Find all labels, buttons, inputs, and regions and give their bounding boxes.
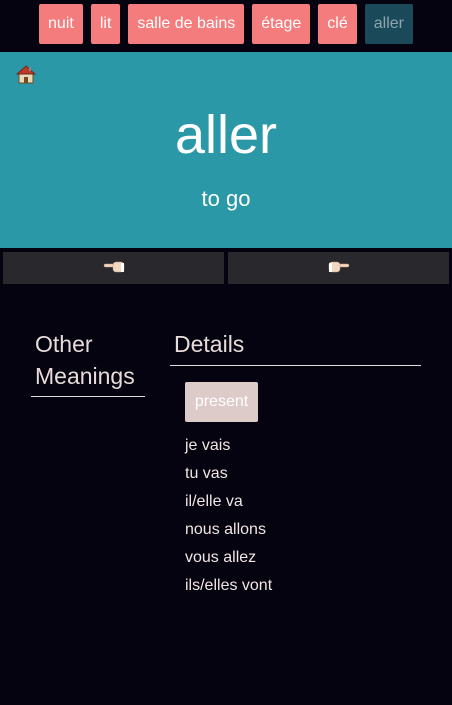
tab-nuit[interactable]: nuit — [39, 4, 83, 44]
word-card: aller to go — [0, 52, 452, 248]
conjugation-row: tu vas — [185, 465, 228, 482]
card-navigation — [0, 248, 452, 288]
next-button[interactable] — [228, 252, 449, 284]
tab-aller[interactable]: aller — [364, 4, 413, 44]
content-columns: Other Meanings Details present je vais t… — [0, 328, 452, 600]
conjugation-row: je vais — [185, 437, 231, 454]
details-section: Details present je vais tu vas il/elle v… — [170, 328, 421, 600]
word-tabs-bar: nuit lit salle de bains étage clé aller — [0, 0, 452, 52]
other-meanings-section: Other Meanings — [31, 328, 145, 600]
tab-etage[interactable]: étage — [252, 4, 311, 44]
house-icon[interactable] — [15, 64, 37, 84]
word-translation: to go — [201, 186, 251, 211]
conjugation-row: nous allons — [185, 521, 266, 538]
conjugation-list: je vais tu vas il/elle va nous allons vo… — [185, 432, 421, 600]
conjugation-row: ils/elles vont — [185, 577, 273, 594]
conjugation-row: vous allez — [185, 549, 257, 566]
tense-present-button[interactable]: present — [185, 382, 258, 422]
details-heading: Details — [170, 328, 421, 366]
tab-cle[interactable]: clé — [318, 4, 357, 44]
conjugation-row: il/elle va — [185, 493, 243, 510]
tab-salle-de-bains[interactable]: salle de bains — [128, 4, 245, 44]
tab-lit[interactable]: lit — [90, 4, 121, 44]
hand-pointing-right-icon — [328, 259, 350, 278]
word-title: aller — [174, 105, 278, 165]
other-meanings-heading: Other Meanings — [31, 328, 145, 397]
hand-pointing-left-icon — [103, 259, 125, 278]
previous-button[interactable] — [3, 252, 224, 284]
